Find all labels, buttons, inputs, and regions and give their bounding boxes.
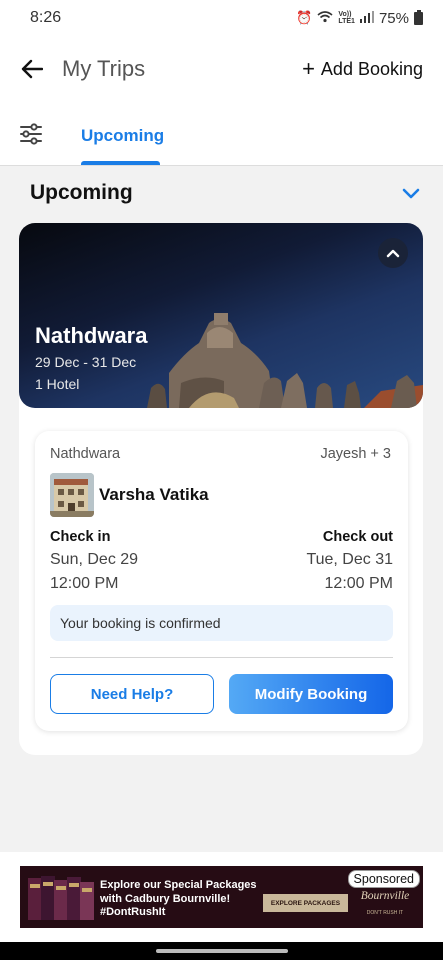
hotel-name: Varsha Vatika <box>99 485 209 504</box>
divider <box>50 657 393 658</box>
back-arrow-icon[interactable] <box>20 57 44 81</box>
battery-icon <box>414 9 423 25</box>
booking-card[interactable]: Nathdwara Jayesh + 3 Varsha Vatika Check… <box>35 431 408 731</box>
add-booking-label: Add Booking <box>320 58 423 79</box>
need-help-button[interactable]: Need Help? <box>50 674 214 714</box>
home-gesture-pill[interactable] <box>156 949 288 953</box>
hotel-thumbnail <box>50 473 94 517</box>
ad-line-2: with Cadbury Bournville! <box>100 892 231 905</box>
section-title: Upcoming <box>30 181 133 204</box>
ad-line-1: Explore our Special Packages <box>100 879 257 891</box>
status-icons: ⏰ Vo)) LTE1 75% <box>296 9 423 27</box>
booking-guests: Jayesh + 3 <box>320 446 391 462</box>
chevron-down-icon[interactable] <box>399 181 423 205</box>
add-booking-button[interactable]: + Add Booking <box>302 58 423 80</box>
tab-bar: Upcoming <box>0 102 443 166</box>
trip-city: Nathdwara <box>35 323 148 348</box>
check-in-time: 12:00 PM <box>50 575 119 592</box>
modify-booking-button[interactable]: Modify Booking <box>229 674 393 714</box>
plus-icon: + <box>302 56 315 81</box>
signal-icon <box>359 10 374 26</box>
check-out-time: 12:00 PM <box>324 575 393 592</box>
trip-card: Nathdwara 29 Dec - 31 Dec 1 Hotel Nathdw… <box>19 223 423 755</box>
volte-icon: Vo)) LTE1 <box>338 11 355 25</box>
booking-city: Nathdwara <box>50 446 121 462</box>
status-time: 8:26 <box>30 9 62 26</box>
page-title: My Trips <box>62 56 146 81</box>
sponsored-badge: Sponsored <box>347 870 420 888</box>
tab-active-indicator <box>81 161 160 165</box>
ad-banner[interactable]: Explore our Special Packages with Cadbur… <box>20 866 423 928</box>
booking-status-box: Your booking is confirmed <box>50 605 393 641</box>
check-in-date: Sun, Dec 29 <box>50 551 139 568</box>
ad-cta-button[interactable]: EXPLORE PACKAGES <box>263 894 348 912</box>
system-nav-bar <box>0 942 443 960</box>
wifi-icon <box>317 10 333 26</box>
chocolate-bars-image <box>28 876 94 920</box>
status-bar: 8:26 ⏰ Vo)) LTE1 75% <box>0 0 443 36</box>
battery-percent: 75% <box>378 9 409 27</box>
chevron-up-icon <box>386 249 400 258</box>
check-out-date: Tue, Dec 31 <box>306 551 393 568</box>
ad-tagline: DON'T RUSH IT <box>366 910 404 916</box>
trip-hero-image: Nathdwara 29 Dec - 31 Dec 1 Hotel <box>19 223 423 408</box>
booking-status-text: Your booking is confirmed <box>60 615 221 631</box>
filter-icon[interactable] <box>19 122 43 146</box>
temple-illustration <box>147 313 423 408</box>
upcoming-section-header[interactable]: Upcoming <box>30 180 423 206</box>
collapse-trip-button[interactable] <box>378 238 408 268</box>
ad-area: Explore our Special Packages with Cadbur… <box>0 852 443 942</box>
alarm-icon: ⏰ <box>296 10 313 25</box>
ad-brand-logo: Bournville <box>360 890 410 902</box>
ad-copy: Explore our Special Packages with Cadbur… <box>100 879 257 920</box>
app-header: My Trips + Add Booking <box>0 36 443 102</box>
trip-hotel-count: 1 Hotel <box>35 376 80 392</box>
check-in-label: Check in <box>50 529 111 545</box>
ad-line-3: #DontRushIt <box>100 906 166 918</box>
tab-upcoming[interactable]: Upcoming <box>81 126 164 146</box>
check-out-label: Check out <box>322 529 393 545</box>
trip-dates: 29 Dec - 31 Dec <box>35 354 137 370</box>
